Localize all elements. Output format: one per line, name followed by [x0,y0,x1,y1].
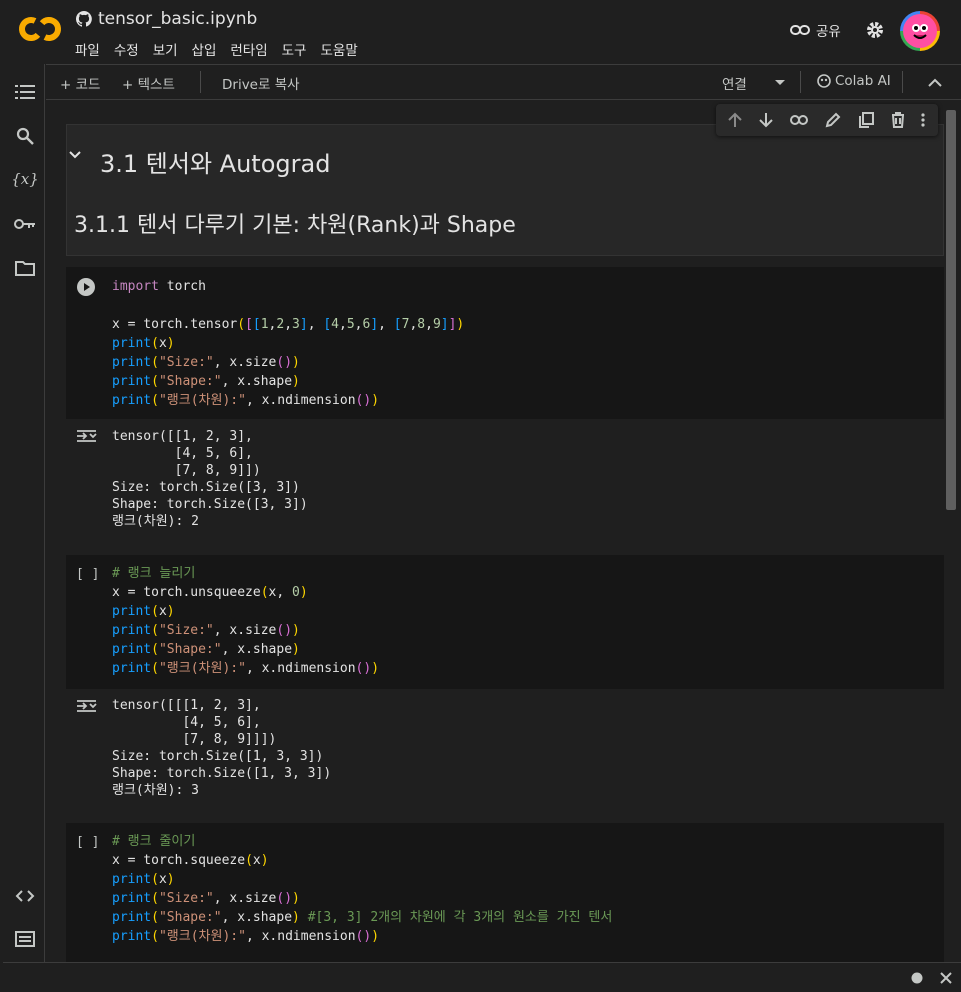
connect-button[interactable]: 연결 [722,73,747,93]
output-line: tensor([[[1, 2, 3], [112,698,261,713]
divider [902,71,903,93]
share-label: 공유 [816,24,841,40]
code-line: x = torch.tensor([[1,2,3], [4,5,6], [7,8… [112,317,465,332]
output-line: tensor([[1, 2, 3], [112,429,253,444]
gear-icon[interactable] [865,20,885,40]
menu-file[interactable]: 파일 [75,39,100,59]
cell-toolbar [716,104,938,136]
code-cell[interactable]: import torch x = torch.tensor([[1,2,3], … [66,267,944,419]
menu-help[interactable]: 도움말 [320,39,357,59]
folder-icon[interactable] [14,257,36,279]
notebook-main: 3.1 텐서와 Autograd 3.1.1 텐서 다루기 기본: 차원(Ran… [46,100,961,962]
status-bar [3,962,961,992]
add-code-button[interactable]: + 코드 [60,73,100,93]
edit-icon[interactable] [825,112,841,128]
delete-icon[interactable] [891,112,905,128]
code-cell[interactable]: [ ] # 랭크 늘리기 x = torch.unsqueeze(x, 0) p… [66,555,944,689]
share-button[interactable]: 공유 [790,20,841,40]
output-line: [4, 5, 6], [112,715,261,730]
title-row: tensor_basic.ipynb [76,9,257,29]
header: tensor_basic.ipynb 파일 수정 보기 삽입 런타임 도구 도움… [0,0,961,64]
cell-output: tensor([[[1, 2, 3], [4, 5, 6], [7, 8, 9]… [66,689,944,819]
colab-ai-label: Colab AI [835,73,891,89]
link-icon [790,25,810,35]
code-line: print("Size:", x.size()) [112,623,300,638]
divider [800,71,801,93]
code-line: print("랭크(차원):", x.ndimension()) [112,393,380,408]
output-line: 랭크(차원): 3 [112,783,199,798]
close-icon[interactable] [939,971,953,985]
notebook-toolbar: + 코드 + 텍스트 Drive로 복사 연결 Colab AI [46,64,961,100]
menu-edit[interactable]: 수정 [114,39,139,59]
colab-app: tensor_basic.ipynb 파일 수정 보기 삽입 런타임 도구 도움… [0,0,961,992]
output-line: Shape: torch.Size([1, 3, 3]) [112,766,332,781]
github-icon [76,11,92,27]
move-up-icon[interactable] [728,112,743,128]
menu-insert[interactable]: 삽입 [192,39,217,59]
search-icon[interactable] [14,125,36,147]
output-line: 랭크(차원): 2 [112,514,199,529]
code-line: print("Shape:", x.shape) #[3, 3] 2개의 차원에… [112,910,613,925]
code-line: x = torch.unsqueeze(x, 0) [112,585,308,600]
cell-output: tensor([[1, 2, 3], [4, 5, 6], [7, 8, 9]]… [66,420,944,550]
run-cell-icon[interactable] [76,277,96,297]
status-dot-icon[interactable] [911,972,923,984]
more-vert-icon[interactable] [921,113,926,127]
link-icon[interactable] [790,115,809,125]
code-cell[interactable]: [ ] # 랭크 줄이기 x = torch.squeeze(x) print(… [66,823,944,962]
toc-icon[interactable] [14,81,36,103]
code-line: print("랭크(차원):", x.ndimension()) [112,929,380,944]
subsection-heading: 3.1.1 텐서 다루기 기본: 차원(Rank)과 Shape [74,213,516,238]
code-line: x = torch.squeeze(x) [112,853,269,868]
colab-logo[interactable] [18,14,62,44]
code-line: print("Size:", x.size()) [112,891,300,906]
output-line: Size: torch.Size([1, 3, 3]) [112,749,324,764]
menu-runtime[interactable]: 런타임 [230,39,267,59]
output-line: [7, 8, 9]]]) [112,732,277,747]
menu-tools[interactable]: 도구 [282,39,307,59]
code-line: # 랭크 줄이기 [112,834,196,849]
code-line: print("Shape:", x.shape) [112,642,300,657]
menu-view[interactable]: 보기 [153,39,178,59]
output-toggle-icon[interactable] [76,698,98,714]
chevron-up-icon[interactable] [928,78,942,87]
output-line: Size: torch.Size([3, 3]) [112,480,300,495]
code-snippets-icon[interactable] [14,885,36,907]
variables-icon[interactable]: {x} [11,168,39,190]
colab-ai-icon [817,74,831,88]
menu-bar: 파일 수정 보기 삽입 런타임 도구 도움말 [75,39,358,59]
chevron-down-icon[interactable] [774,79,786,87]
code-line: import torch [112,279,206,294]
divider [200,71,201,93]
cell-bracket[interactable]: [ ] [76,833,99,852]
cell-bracket[interactable]: [ ] [76,565,99,584]
avatar[interactable] [900,11,940,51]
code-line: print(x) [112,336,175,351]
section-heading: 3.1 텐서와 Autograd [100,150,331,178]
output-toggle-icon[interactable] [76,428,98,444]
collapse-chevron-icon[interactable] [69,151,81,159]
code-line: print("Shape:", x.shape) [112,374,300,389]
key-icon[interactable] [14,213,36,235]
scrollbar[interactable] [946,110,956,510]
code-line: print(x) [112,604,175,619]
code-line: # 랭크 늘리기 [112,566,196,581]
copy-to-drive-button[interactable]: Drive로 복사 [222,73,300,93]
left-sidebar: {x} [3,64,45,962]
code-line: print("랭크(차원):", x.ndimension()) [112,661,380,676]
move-down-icon[interactable] [759,112,773,128]
output-line: [7, 8, 9]]) [112,463,261,478]
connect-label: 연결 [722,77,747,93]
code-line: print("Size:", x.size()) [112,355,300,370]
output-line: [4, 5, 6], [112,446,253,461]
avatar-face [903,14,937,48]
mirror-cell-icon[interactable] [858,112,874,128]
code-line: print(x) [112,872,175,887]
output-line: Shape: torch.Size([3, 3]) [112,497,308,512]
notebook-title[interactable]: tensor_basic.ipynb [98,9,257,29]
colab-ai-button[interactable]: Colab AI [817,73,891,89]
add-text-button[interactable]: + 텍스트 [122,73,175,93]
terminal-icon[interactable] [14,928,36,950]
